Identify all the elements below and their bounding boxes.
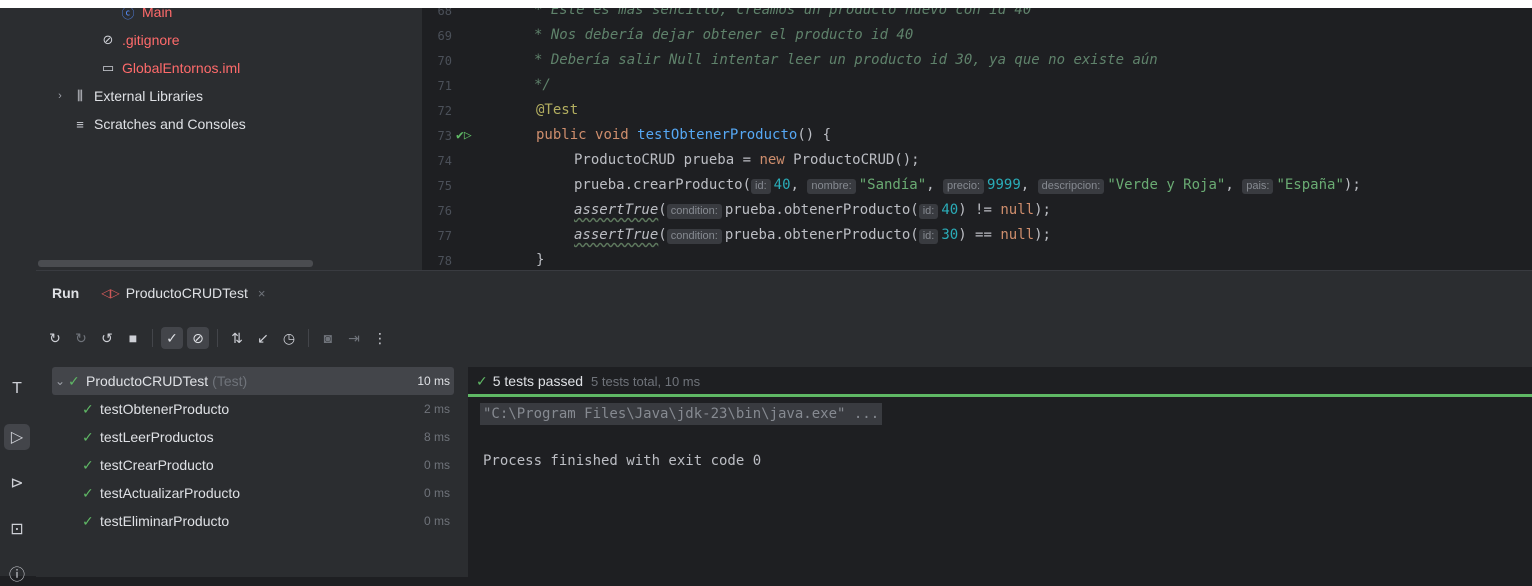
show-ignored-icon[interactable]: ⊘ — [187, 327, 209, 349]
inlay-hint: id: — [918, 229, 939, 244]
inlay-hint: pais: — [1242, 179, 1274, 194]
code-line: 76 assertTrue(condition: prueba.obtenerPr… — [437, 202, 1051, 219]
services-icon[interactable]: ⊳ — [4, 470, 30, 496]
tree-item-gitignore[interactable]: ⊘ .gitignore — [100, 26, 180, 54]
toolbar-divider — [152, 329, 153, 347]
toolbar-divider — [308, 329, 309, 347]
history-icon[interactable]: ◷ — [278, 327, 300, 349]
run-icon[interactable]: ▷ — [4, 424, 30, 450]
horizontal-scrollbar[interactable] — [38, 260, 313, 267]
test-summary: ✓ 5 tests passed 5 tests total, 10 ms — [476, 372, 701, 390]
code-line: 77 assertTrue(condition: prueba.obtenerPr… — [437, 227, 1051, 244]
show-passed-icon[interactable]: ✓ — [161, 327, 183, 349]
camera-icon[interactable]: ◙ — [317, 327, 339, 349]
code-line: 72 @Test — [437, 102, 579, 118]
tree-item-scratches[interactable]: ≡ Scratches and Consoles — [72, 110, 246, 138]
inlay-hint: descripcion: — [1037, 179, 1105, 194]
class-icon: ⓒ — [121, 8, 135, 21]
rerun-failed-icon[interactable]: ↻ — [70, 327, 92, 349]
tree-item-external-libraries[interactable]: › ⫼ External Libraries — [54, 82, 203, 110]
code-line: 75 prueba.crearProducto(id: 40, nombre: "S… — [437, 177, 1361, 194]
tree-item-iml[interactable]: ▭ GlobalEntornos.iml — [100, 54, 240, 82]
run-tabs: Run ◁▷ ProductoCRUDTest × — [36, 271, 1532, 315]
test-root-row[interactable]: ⌄ ✓ ProductoCRUDTest (Test) 10 ms — [52, 367, 454, 395]
left-tool-strip: T ▷ ⊳ ⊡ ⓘ — [0, 8, 37, 584]
check-icon: ✓ — [476, 372, 488, 389]
run-panel-title: Run — [52, 285, 80, 301]
code-line: 73 ✔▷ public void testObtenerProducto() … — [437, 127, 832, 143]
test-row[interactable]: ✓ testActualizarProducto 0 ms — [52, 479, 454, 507]
test-row[interactable]: ✓ testCrearProducto 0 ms — [52, 451, 454, 479]
inlay-hint: id: — [751, 179, 771, 194]
inlay-hint: precio: — [943, 179, 985, 194]
inlay-hint: nombre: — [807, 179, 856, 194]
libraries-icon: ⫼ — [77, 88, 83, 103]
code-line: 68 * Este es más sencillo, creamos un pr… — [437, 8, 1032, 18]
export-icon[interactable]: ⇥ — [343, 327, 365, 349]
run-toolbar: ↻ ↻ ↺ ■ ✓ ⊘ ⇅ ↙ ◷ ◙ ⇥ ⋮ — [44, 325, 391, 351]
chevron-right-icon[interactable]: › — [54, 90, 66, 102]
test-row[interactable]: ✓ testLeerProductos 8 ms — [52, 423, 454, 451]
test-row[interactable]: ✓ testObtenerProducto 2 ms — [52, 395, 454, 423]
scratches-icon: ≡ — [76, 116, 84, 132]
code-line: 70 * Debería salir Null intentar leer un… — [437, 52, 1158, 68]
rerun-icon[interactable]: ↻ — [44, 327, 66, 349]
console-output[interactable]: ✓ 5 tests passed 5 tests total, 10 ms "C… — [468, 367, 1532, 577]
console-command-line[interactable]: "C:\Program Files\Java\jdk-23\bin\java.e… — [480, 403, 883, 425]
ignore-icon: ⊘ — [102, 32, 114, 47]
code-editor[interactable]: 68 * Este es más sencillo, creamos un pr… — [422, 8, 1532, 270]
test-progress-bar — [468, 394, 1532, 397]
inlay-hint: id: — [918, 204, 939, 219]
inlay-hint: condition: — [666, 204, 722, 219]
check-icon: ✓ — [82, 428, 94, 445]
code-line: 71 */ — [437, 77, 551, 93]
close-icon[interactable]: × — [258, 286, 266, 301]
check-icon: ✓ — [82, 400, 94, 417]
test-row[interactable]: ✓ testEliminarProducto 0 ms — [52, 507, 454, 535]
top-white-band — [0, 0, 1532, 8]
code-line: 74 ProductoCRUD prueba = new ProductoCRU… — [437, 152, 920, 168]
code-line: 69 * Nos debería dejar obtener el produc… — [437, 27, 914, 43]
project-tree: ⓒ Main ⊘ .gitignore ▭ GlobalEntornos.iml… — [36, 8, 422, 270]
toolbar-divider — [217, 329, 218, 347]
text-icon[interactable]: T — [4, 376, 30, 402]
check-icon: ✓ — [68, 372, 80, 389]
inlay-hint: condition: — [666, 229, 722, 244]
terminal-icon[interactable]: ⊡ — [4, 516, 30, 542]
test-results-tree: ⌄ ✓ ProductoCRUDTest (Test) 10 ms ✓ test… — [52, 367, 454, 577]
code-line: 78 } — [437, 252, 545, 268]
tab-productocrudtest[interactable]: ◁▷ ProductoCRUDTest × — [101, 285, 265, 301]
run-tool-window: Run ◁▷ ProductoCRUDTest × ↻ ↻ ↺ ■ ✓ ⊘ ⇅ … — [36, 270, 1532, 577]
collapse-icon[interactable]: ↙ — [252, 327, 274, 349]
toggle-auto-test-icon[interactable]: ↺ — [96, 327, 118, 349]
tree-item-main[interactable]: ⓒ Main — [120, 8, 172, 26]
sort-alphabetically-icon[interactable]: ⇅ — [226, 327, 248, 349]
more-options-icon[interactable]: ⋮ — [369, 327, 391, 349]
test-config-icon: ◁▷ — [101, 286, 120, 300]
console-exit-line: Process finished with exit code 0 — [483, 453, 762, 469]
check-icon: ✓ — [82, 456, 94, 473]
module-file-icon: ▭ — [101, 60, 115, 75]
stop-icon[interactable]: ■ — [122, 327, 144, 349]
chevron-down-icon[interactable]: ⌄ — [52, 374, 68, 388]
run-test-gutter-icon[interactable]: ✔▷ — [456, 128, 472, 143]
check-icon: ✓ — [82, 484, 94, 501]
check-icon: ✓ — [82, 512, 94, 529]
problems-icon[interactable]: ⓘ — [4, 560, 30, 586]
